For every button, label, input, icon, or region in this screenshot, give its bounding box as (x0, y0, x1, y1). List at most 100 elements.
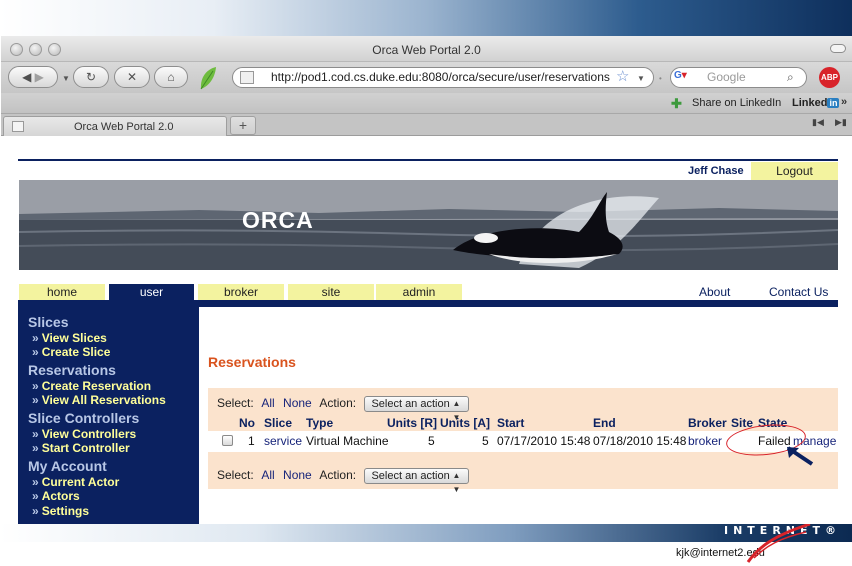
window-title: Orca Web Portal 2.0 (372, 43, 481, 57)
sidebar-item-start-controller[interactable]: » Start Controller (32, 441, 130, 455)
back-forward-buttons[interactable]: ◀ ▶ (8, 66, 58, 88)
new-tab-button[interactable]: + (230, 116, 256, 135)
cell-slice-link[interactable]: service (264, 434, 302, 448)
bullet-icon: » (32, 489, 39, 503)
home-icon: ⌂ (167, 70, 175, 84)
cell-start: 07/17/2010 15:48 (497, 434, 591, 448)
sidebar-item-label: Create Slice (41, 345, 111, 359)
sidebar-item-label: Current Actor (41, 475, 120, 489)
orca-logo-text: ORCA (242, 207, 314, 233)
search-icon[interactable]: ⌕ (787, 70, 794, 85)
bookmark-star-icon[interactable]: ☆ (616, 67, 629, 85)
action-select-top[interactable]: Select an action ▲ ▼ (364, 395, 470, 422)
nav-tab-site[interactable]: site (288, 284, 374, 300)
history-dropdown-icon[interactable]: ▼ (62, 74, 70, 83)
tab-scroll-left-icon[interactable]: ▮◀ (812, 117, 824, 128)
cell-broker-link[interactable]: broker (688, 434, 722, 448)
url-input[interactable]: http://pod1.cod.cs.duke.edu:8080/orca/se… (232, 67, 654, 88)
stop-button[interactable]: ✕ (114, 66, 150, 88)
adblock-icon[interactable]: ABP (819, 67, 840, 88)
sidebar-item-view-all-reservations[interactable]: » View All Reservations (32, 393, 166, 407)
sidebar-heading-reservations: Reservations (28, 362, 116, 378)
tab-favicon-icon (12, 121, 24, 132)
pointer-arrow-icon (786, 446, 814, 466)
sidebar-item-label: Create Reservation (41, 379, 152, 393)
home-button[interactable]: ⌂ (154, 66, 188, 88)
reload-button[interactable]: ↻ (73, 66, 109, 88)
url-dropdown-icon[interactable]: ▼ (637, 74, 645, 83)
column-header-type: Type (306, 416, 334, 430)
browser-window: Orca Web Portal 2.0 ◀ ▶ ▼ ↻ ✕ ⌂ http://p… (1, 36, 852, 524)
tab-bar: Orca Web Portal 2.0 + ▮◀ ▶▮ (1, 114, 852, 136)
sidebar-item-create-reservation[interactable]: » Create Reservation (32, 379, 151, 393)
column-header-end: End (593, 416, 616, 430)
bookmark-linkedin[interactable]: Linked in (792, 97, 840, 109)
select-label: Select: (217, 396, 254, 410)
select-none-link[interactable]: None (283, 468, 312, 482)
bullet-icon: » (32, 441, 39, 455)
sidebar-heading-slice-controllers: Slice Controllers (28, 410, 140, 426)
reservations-table: No Slice Type Units [R] Units [A] Start … (208, 416, 838, 466)
sidebar-item-view-controllers[interactable]: » View Controllers (32, 427, 136, 441)
cell-type: Virtual Machine (306, 434, 389, 448)
nav-tab-user[interactable]: user (109, 284, 194, 300)
tab-scroll-right-icon[interactable]: ▶▮ (835, 117, 847, 128)
bullet-icon: » (32, 393, 39, 407)
tab-title: Orca Web Portal 2.0 (74, 121, 174, 133)
stop-icon: ✕ (126, 70, 138, 84)
nav-tab-admin[interactable]: admin (376, 284, 462, 300)
row-select-checkbox[interactable] (222, 435, 233, 446)
sidebar-item-label: View Slices (41, 331, 107, 345)
select-all-link[interactable]: All (261, 468, 274, 482)
sidebar-item-settings[interactable]: » Settings (32, 504, 89, 518)
orca-whale-image (19, 180, 838, 270)
nav-link-contact[interactable]: Contact Us (769, 284, 828, 300)
reservations-panel: Select: All None Action: Select an actio… (208, 388, 838, 494)
nav-tab-home[interactable]: home (19, 284, 105, 300)
column-header-start: Start (497, 416, 525, 430)
action-select-bottom[interactable]: Select an action ▲ ▼ (364, 467, 470, 494)
bullet-icon: » (32, 504, 39, 518)
sidebar-item-label: Settings (41, 504, 90, 518)
sidebar-item-current-actor[interactable]: » Current Actor (32, 475, 119, 489)
select-arrows-icon: ▲ ▼ (452, 470, 461, 494)
orca-portal-page: Jeff Chase Logout ORCA home user broker … (18, 159, 838, 524)
back-arrow-icon[interactable]: ◀ (22, 70, 31, 84)
bullet-icon: » (32, 379, 39, 393)
bookmarks-bar: ✚ Share on LinkedIn Linked in » (1, 93, 852, 114)
reload-icon: ↻ (85, 70, 97, 84)
google-logo-icon[interactable]: G▾ (674, 70, 696, 85)
select-label: Select: (217, 468, 254, 482)
portal-nav: home user broker site admin About Contac… (18, 284, 838, 300)
sidebar-item-create-slice[interactable]: » Create Slice (32, 345, 110, 359)
sidebar-item-actors[interactable]: » Actors (32, 489, 80, 503)
sidebar-heading-slices: Slices (28, 314, 69, 330)
cell-end: 07/18/2010 15:48 (593, 434, 687, 448)
sidebar-item-view-slices[interactable]: » View Slices (32, 331, 107, 345)
action-select-value: Select an action (371, 469, 450, 482)
slide-top-band (0, 0, 852, 36)
select-all-link[interactable]: All (261, 396, 274, 410)
column-header-units-r: Units [R] (387, 416, 437, 430)
nav-link-about[interactable]: About (699, 284, 730, 300)
sidebar-item-label: View Controllers (41, 427, 137, 441)
toolbar-toggle-button[interactable] (830, 44, 846, 53)
linkedin-share-plus-icon: ✚ (671, 96, 682, 111)
nav-tab-broker[interactable]: broker (198, 284, 284, 300)
select-none-link[interactable]: None (283, 396, 312, 410)
forward-arrow-icon[interactable]: ▶ (35, 70, 44, 84)
logout-button[interactable]: Logout (751, 162, 838, 180)
sidebar-heading-my-account: My Account (28, 458, 107, 474)
selection-toolbar-bottom: Select: All None Action: Select an actio… (217, 466, 474, 494)
browser-tab[interactable]: Orca Web Portal 2.0 (3, 116, 227, 136)
bookmarks-overflow-icon[interactable]: » (841, 96, 847, 108)
cell-units-r: 5 (428, 434, 435, 448)
page-title: Reservations (208, 354, 296, 370)
action-label: Action: (319, 468, 357, 482)
sidebar-item-label: Start Controller (41, 441, 130, 455)
cell-no: 1 (248, 434, 255, 448)
bookmark-share-linkedin[interactable]: Share on LinkedIn (692, 97, 781, 109)
bullet-icon: » (32, 331, 39, 345)
bullet-icon: » (32, 475, 39, 489)
sidebar-item-label: Actors (41, 489, 80, 503)
